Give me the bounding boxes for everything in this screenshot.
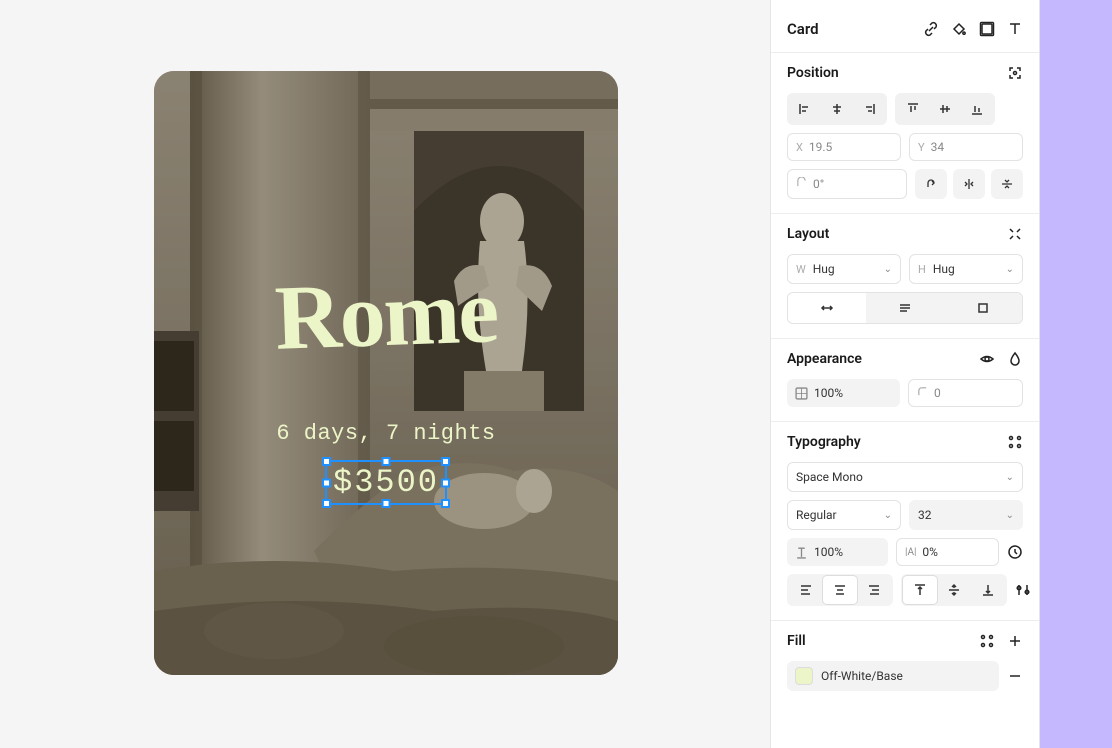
align-vertical-group — [895, 93, 995, 125]
valign-middle-button[interactable] — [937, 576, 971, 604]
align-right-button[interactable] — [853, 95, 885, 123]
grid-icon[interactable] — [1007, 434, 1023, 450]
flip-horizontal-button[interactable] — [953, 169, 985, 199]
width-mode-dropdown[interactable]: W Hug ⌄ — [787, 254, 901, 284]
canvas[interactable]: Rome 6 days, 7 nights $3500 — [0, 0, 770, 748]
typography-section: Typography Space Mono ⌄ Regular ⌄ 32 ⌄ 1… — [771, 422, 1039, 621]
flip-vertical-button[interactable] — [991, 169, 1023, 199]
add-fill-icon[interactable] — [1007, 633, 1023, 649]
properties-panel: Card Position — [770, 0, 1040, 748]
appearance-section: Appearance 100% 0 — [771, 339, 1039, 422]
x-input[interactable]: X 19.5 — [787, 133, 901, 161]
styles-icon[interactable] — [979, 633, 995, 649]
layout-horizontal-button[interactable] — [788, 293, 866, 323]
text-align-right-button[interactable] — [857, 576, 891, 604]
appearance-label: Appearance — [787, 351, 862, 367]
line-height-input[interactable]: 100% — [787, 538, 888, 566]
rotation-input[interactable]: 0° — [787, 169, 907, 199]
font-weight-dropdown[interactable]: Regular ⌄ — [787, 500, 901, 530]
text-icon[interactable] — [1007, 21, 1023, 37]
fill-label: Fill — [787, 633, 806, 649]
font-family-dropdown[interactable]: Space Mono ⌄ — [787, 462, 1023, 492]
right-margin-strip — [1040, 0, 1112, 748]
vertical-align-group — [901, 574, 1007, 606]
valign-bottom-button[interactable] — [971, 576, 1005, 604]
layout-wrap-button[interactable] — [866, 293, 944, 323]
valign-top-button[interactable] — [903, 576, 937, 604]
visibility-icon[interactable] — [979, 351, 995, 367]
card-title[interactable]: Rome — [273, 257, 498, 371]
travel-card[interactable]: Rome 6 days, 7 nights $3500 — [154, 71, 618, 675]
fill-section: Fill Off-White/Base — [771, 621, 1039, 705]
corner-radius-input[interactable]: 0 — [908, 379, 1023, 407]
card-content: Rome 6 days, 7 nights $3500 — [154, 71, 618, 675]
focus-icon[interactable] — [1007, 65, 1023, 81]
height-mode-dropdown[interactable]: H Hug ⌄ — [909, 254, 1023, 284]
layout-box-button[interactable] — [944, 293, 1022, 323]
typography-settings-icon[interactable] — [1015, 582, 1031, 598]
typography-label: Typography — [787, 434, 861, 450]
fill-swatch — [795, 667, 813, 685]
align-top-button[interactable] — [897, 95, 929, 123]
text-align-group — [787, 574, 893, 606]
letter-spacing-input[interactable]: |A| 0% — [896, 538, 999, 566]
y-input[interactable]: Y 34 — [909, 133, 1023, 161]
flip-90-button[interactable] — [915, 169, 947, 199]
card-subtitle[interactable]: 6 days, 7 nights — [276, 421, 495, 446]
align-left-button[interactable] — [789, 95, 821, 123]
align-vcenter-button[interactable] — [929, 95, 961, 123]
layout-label: Layout — [787, 226, 829, 242]
typography-clock-icon[interactable] — [1007, 544, 1023, 560]
layout-section: Layout W Hug ⌄ H Hug ⌄ — [771, 214, 1039, 339]
paint-bucket-icon[interactable] — [951, 21, 967, 37]
opacity-input[interactable]: 100% — [787, 379, 900, 407]
collapse-icon[interactable] — [1007, 226, 1023, 242]
align-bottom-button[interactable] — [961, 95, 993, 123]
blend-icon[interactable] — [1007, 351, 1023, 367]
align-hcenter-button[interactable] — [821, 95, 853, 123]
card-price[interactable]: $3500 — [327, 462, 445, 503]
position-section: Position X 19.5 Y 34 — [771, 53, 1039, 214]
element-name: Card — [787, 20, 819, 38]
text-align-left-button[interactable] — [789, 576, 823, 604]
font-size-dropdown[interactable]: 32 ⌄ — [909, 500, 1023, 530]
link-icon[interactable] — [923, 21, 939, 37]
text-align-center-button[interactable] — [823, 576, 857, 604]
position-label: Position — [787, 65, 839, 81]
remove-fill-icon[interactable] — [1007, 668, 1023, 684]
align-horizontal-group — [787, 93, 887, 125]
frame-icon[interactable] — [979, 21, 995, 37]
layout-direction-group — [787, 292, 1023, 324]
fill-color-chip[interactable]: Off-White/Base — [787, 661, 999, 691]
card-price-selected[interactable]: $3500 — [327, 462, 445, 503]
